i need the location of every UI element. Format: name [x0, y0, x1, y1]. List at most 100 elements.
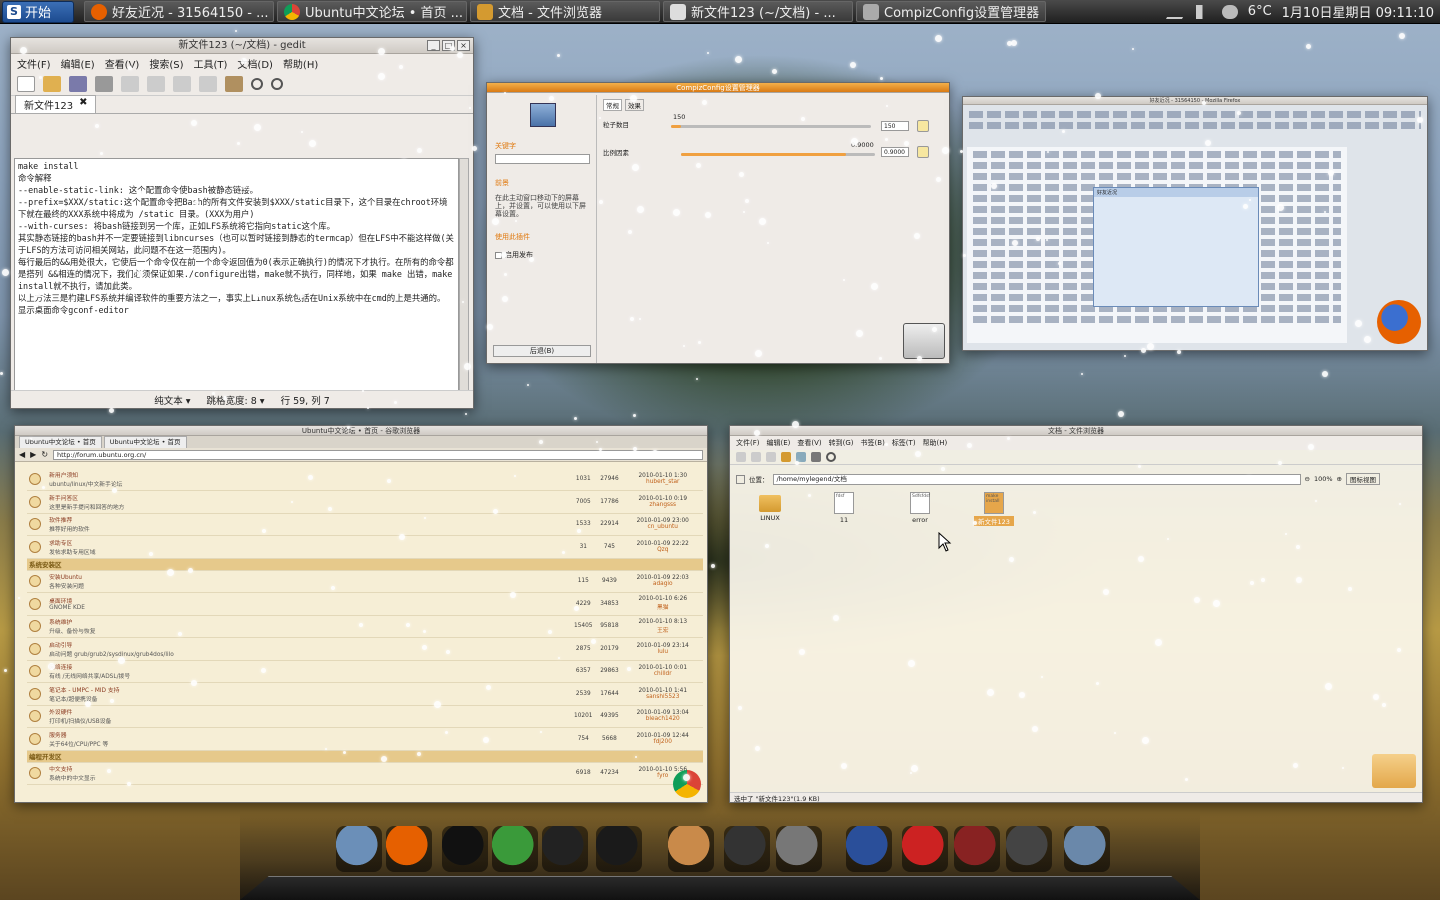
forum-row[interactable]: 安装Ubuntu 各种安装问题 115 9439 2010-01-09 22:03 ada… [27, 570, 703, 593]
last-post-user[interactable]: 黑猫 [624, 602, 701, 611]
nautilus-shell-icon[interactable] [668, 826, 714, 872]
chrome-window[interactable]: Ubuntu中文论坛 • 首页 - 谷歌浏览器 Ubuntu中文论坛 • 首页 … [14, 425, 708, 803]
close-tab-icon[interactable]: ✖ [79, 97, 87, 112]
forum-row[interactable]: 系统维护 升级、备份与恢复 15405 95818 2010-01-10 8:13 王宏 [27, 615, 703, 638]
forum-row[interactable]: 软件推荐 推荐好用的软件 1533 22914 2010-01-09 23:00 cn_u… [27, 513, 703, 536]
menu-help[interactable]: 帮助(H) [283, 56, 318, 71]
firefox-window[interactable]: 好友近况 - 31564150 - Mozilla Firefox 好友近况 [962, 96, 1428, 351]
qq-icon[interactable] [442, 826, 488, 872]
file-item[interactable]: Sdfsfdsf error [900, 492, 940, 524]
video-app-icon[interactable] [336, 826, 382, 872]
forum-row[interactable]: 桌面环境 GNOME KDE 4229 34853 2010-01-10 6:26 黑猫 [27, 592, 703, 616]
search-input[interactable] [495, 154, 590, 164]
weather-icon[interactable] [1221, 4, 1238, 19]
task-gedit[interactable]: 新文件123 (~/文档) - ... [663, 1, 853, 22]
open-file-icon[interactable] [43, 76, 61, 92]
last-post-user[interactable]: bleach1420 [624, 716, 701, 722]
home-icon[interactable] [781, 452, 791, 462]
terminal-icon[interactable] [542, 826, 588, 872]
last-post-user[interactable]: lulu [624, 649, 701, 655]
monitor-icon[interactable] [954, 826, 1000, 872]
browser-tab[interactable]: Ubuntu中文论坛 • 首页 [103, 436, 187, 448]
firefox-icon[interactable] [386, 826, 432, 872]
chat-popup[interactable]: 好友近况 [1093, 187, 1259, 307]
menu-item[interactable]: 编辑(E) [767, 438, 791, 448]
menu-item[interactable]: 书签(B) [861, 438, 885, 448]
replace-icon[interactable] [271, 78, 283, 90]
menu-item[interactable]: 标签(T) [892, 438, 916, 448]
zoom-in-icon[interactable]: ⊕ [1337, 475, 1342, 483]
forum-row[interactable]: 启动引导 启动问题 grub/grub2/sysdinux/grub4dos/li… [27, 637, 703, 661]
back-icon[interactable] [736, 452, 746, 462]
minimize-button[interactable]: _ [427, 40, 440, 51]
forum-row[interactable]: 网络连接 有线 /无线网络共享/ADSL/拨号 6357 29863 2010-01-1… [27, 660, 703, 683]
last-post-user[interactable]: adagio [624, 581, 701, 587]
chrome-titlebar[interactable]: Ubuntu中文论坛 • 首页 - 谷歌浏览器 [15, 426, 707, 436]
document-tab[interactable]: 新文件123 ✖ [15, 95, 97, 113]
search-icon[interactable] [826, 452, 836, 462]
find-icon[interactable] [251, 78, 263, 90]
reset-icon[interactable] [917, 146, 929, 158]
cut-icon[interactable] [173, 76, 191, 92]
new-file-icon[interactable] [17, 76, 35, 92]
dock-folder-icon[interactable] [1064, 826, 1110, 872]
menu-search[interactable]: 搜索(S) [149, 56, 183, 71]
undo-icon[interactable] [121, 76, 139, 92]
file-item-selected[interactable]: make install 新文件123 [974, 492, 1014, 526]
last-post-user[interactable]: Qzq [624, 547, 701, 553]
forum-title[interactable]: 服务器 [49, 730, 568, 739]
forum-title[interactable]: 中文支持 [49, 764, 568, 773]
menu-file[interactable]: 文件(F) [17, 56, 51, 71]
volume-icon[interactable] [1195, 4, 1212, 19]
file-browser-window[interactable]: 文档 - 文件浏览器 文件(F) 编辑(E) 查看(V) 转到(G) 书签(B)… [729, 425, 1423, 803]
forum-title[interactable]: 软件推荐 [49, 515, 568, 524]
task-ccsm[interactable]: CompizConfig设置管理器 [856, 1, 1046, 22]
weather-temp[interactable]: 6°C [1248, 4, 1272, 19]
task-file-browser[interactable]: 文档 - 文件浏览器 [470, 1, 660, 22]
ccsm-titlebar[interactable]: CompizConfig设置管理器 [487, 83, 949, 93]
last-post-user[interactable]: zhangsss [624, 502, 701, 508]
wiki-icon[interactable] [724, 826, 770, 872]
workspace-switcher-icon[interactable] [846, 826, 892, 872]
menu-item[interactable]: 帮助(H) [923, 438, 948, 448]
files-titlebar[interactable]: 文档 - 文件浏览器 [730, 426, 1422, 436]
forum-title[interactable]: 系统维护 [49, 617, 568, 626]
task-chrome[interactable]: Ubuntu中文论坛 • 首页 ... [277, 1, 467, 22]
menu-edit[interactable]: 编辑(E) [61, 56, 95, 71]
forum-row[interactable]: 求助专区 发帖求助专用区域 31 745 2010-01-09 22:22 Qzq [27, 535, 703, 559]
forum-title[interactable]: 网络连接 [49, 662, 568, 671]
forum-title[interactable]: 安装Ubuntu [49, 572, 568, 581]
last-post-user[interactable]: hubert_star [624, 479, 701, 485]
forum-title[interactable]: 求助专区 [49, 538, 568, 547]
up-icon[interactable] [766, 452, 776, 462]
zoom-out-icon[interactable]: ⊖ [1305, 475, 1310, 483]
trash-icon[interactable] [1006, 826, 1052, 872]
forum-title[interactable]: 外设硬件 [49, 707, 568, 716]
folder-item[interactable]: LINUX [750, 492, 790, 522]
address-bar[interactable]: http://forum.ubuntu.org.cn/ [53, 449, 703, 460]
tab-width-select[interactable]: 跳格宽度: 8 ▾ [207, 393, 265, 407]
reload-icon[interactable]: ↻ [41, 450, 48, 459]
task-firefox[interactable]: 好友近况 - 31564150 - ... [84, 1, 274, 22]
menu-tools[interactable]: 工具(T) [194, 56, 228, 71]
forum-title[interactable]: 桌面环境 [49, 596, 568, 605]
last-post-user[interactable]: sanshi5523 [624, 694, 701, 700]
chrome-icon[interactable] [492, 826, 538, 872]
gedit-titlebar[interactable]: 新文件123 (~/文档) - gedit _ □ × [11, 38, 473, 54]
text-editor[interactable]: make install 命令解释 --enable-static-link: … [14, 158, 459, 400]
start-button[interactable]: S 开始 [2, 0, 74, 23]
back-button[interactable]: 后退(B) [493, 345, 591, 357]
menu-item[interactable]: 文件(F) [736, 438, 760, 448]
menu-view[interactable]: 查看(V) [105, 56, 140, 71]
computer-icon[interactable] [811, 452, 821, 462]
ccsm-window[interactable]: CompizConfig设置管理器 关键字 前景 在此主动窗口移动下的屏幕上，并… [486, 82, 950, 364]
gedit-window[interactable]: 新文件123 (~/文档) - gedit _ □ × 文件(F) 编辑(E) 查看… [10, 37, 474, 409]
forward-icon[interactable]: ▶ [30, 450, 36, 459]
amazon-icon[interactable] [596, 826, 642, 872]
menu-item[interactable]: 查看(V) [797, 438, 821, 448]
paste-icon[interactable] [225, 76, 243, 92]
forward-icon[interactable] [751, 452, 761, 462]
clock[interactable]: 1月10日星期日 09:11:10 [1282, 2, 1434, 21]
firefox-titlebar[interactable]: 好友近况 - 31564150 - Mozilla Firefox [963, 97, 1427, 105]
forum-title[interactable]: 启动引导 [49, 640, 568, 649]
